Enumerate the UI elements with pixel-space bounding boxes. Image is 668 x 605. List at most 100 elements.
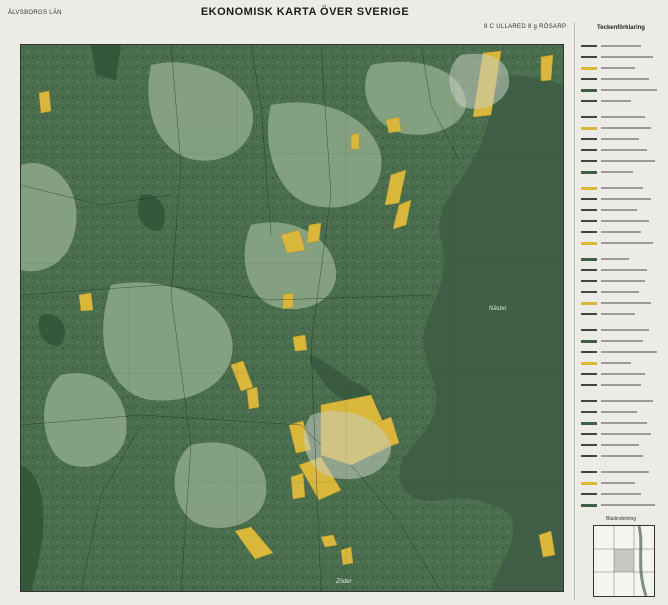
legend-text (601, 258, 629, 260)
legend-text (601, 242, 653, 244)
legend-symbol (581, 504, 597, 507)
legend-row (581, 186, 661, 190)
legend-text (601, 269, 647, 271)
legend-row (581, 159, 661, 163)
legend-symbol (581, 340, 597, 343)
legend-row (581, 481, 661, 485)
legend-row (581, 66, 661, 70)
legend-text (601, 149, 647, 151)
legend-symbol (581, 45, 597, 47)
legend-row (581, 470, 661, 474)
legend-symbol (581, 89, 597, 92)
legend-row (581, 115, 661, 119)
legend-row (581, 77, 661, 81)
legend-text (601, 471, 649, 473)
legend-text (601, 400, 653, 402)
legend-row (581, 241, 661, 245)
legend-text (601, 504, 655, 506)
legend-symbol (581, 100, 597, 102)
legend-text (601, 209, 637, 211)
legend-symbol (581, 138, 597, 140)
legend-symbol (581, 280, 597, 282)
legend-symbol (581, 313, 597, 315)
legend-text (601, 160, 655, 162)
orthophoto-map[interactable]: Näsbo Zöder (21, 45, 563, 591)
legend-text (601, 67, 635, 69)
legend-symbol (581, 471, 597, 473)
legend-symbol (581, 362, 597, 365)
legend-row (581, 443, 661, 447)
legend-row (581, 44, 661, 48)
legend-row (581, 328, 661, 332)
legend-row (581, 410, 661, 414)
legend-panel: Teckenförklaring Bladindelning (574, 22, 665, 600)
legend-symbol (581, 67, 597, 70)
overview-grid (594, 525, 654, 597)
legend-text (601, 351, 657, 353)
legend-row (581, 361, 661, 365)
legend-row (581, 55, 661, 59)
legend-row (581, 372, 661, 376)
legend-row (581, 301, 661, 305)
legend-symbol (581, 187, 597, 190)
legend-symbol (581, 116, 597, 118)
legend-row (581, 312, 661, 316)
legend-symbol (581, 160, 597, 162)
legend-symbol (581, 220, 597, 222)
place-label-zoder: Zöder (335, 579, 353, 585)
legend-row (581, 503, 661, 507)
legend-text (601, 89, 657, 91)
legend-row (581, 383, 661, 387)
legend-symbol (581, 171, 597, 174)
legend-symbol (581, 78, 597, 80)
legend-symbol (581, 444, 597, 446)
legend-text (601, 231, 641, 233)
legend-symbol (581, 455, 597, 457)
legend-text (601, 340, 643, 342)
legend-row (581, 170, 661, 174)
legend-text (601, 482, 635, 484)
legend-row (581, 137, 661, 141)
map-title: EKONOMISK KARTA ÖVER SVERIGE (200, 6, 410, 18)
legend-row (581, 88, 661, 92)
legend-symbol (581, 209, 597, 211)
legend-symbol (581, 149, 597, 151)
legend-symbol (581, 351, 597, 353)
legend-row (581, 421, 661, 425)
legend-symbol (581, 56, 597, 58)
legend-row (581, 350, 661, 354)
legend-symbol (581, 373, 597, 375)
sheet-id: 8 C ULLARED 8 g RÖSARP (484, 24, 567, 30)
legend-title: Teckenförklaring (597, 25, 645, 31)
legend-row (581, 454, 661, 458)
legend-symbol (581, 198, 597, 200)
legend-text (601, 45, 641, 47)
legend-symbol (581, 269, 597, 271)
legend-text (601, 302, 651, 304)
legend-text (601, 171, 633, 173)
legend-text (601, 362, 631, 364)
legend-text (601, 78, 649, 80)
legend-row (581, 197, 661, 201)
legend-symbol (581, 291, 597, 293)
map-area[interactable]: Näsbo Zöder (20, 44, 564, 592)
legend-symbol (581, 302, 597, 305)
legend-row (581, 399, 661, 403)
legend-row (581, 126, 661, 130)
legend-row (581, 492, 661, 496)
legend-text (601, 493, 641, 495)
legend-row (581, 290, 661, 294)
legend-symbol (581, 231, 597, 233)
lake-label: Näsbo (489, 306, 507, 312)
county-label: ÄLVSBORGS LÄN (8, 10, 62, 16)
legend-text (601, 373, 645, 375)
legend-text (601, 329, 649, 331)
legend-row (581, 279, 661, 283)
legend-row (581, 99, 661, 103)
legend-text (601, 411, 637, 413)
legend-row (581, 339, 661, 343)
legend-row (581, 230, 661, 234)
legend-row (581, 432, 661, 436)
legend-text (601, 56, 653, 58)
legend-text (601, 291, 639, 293)
